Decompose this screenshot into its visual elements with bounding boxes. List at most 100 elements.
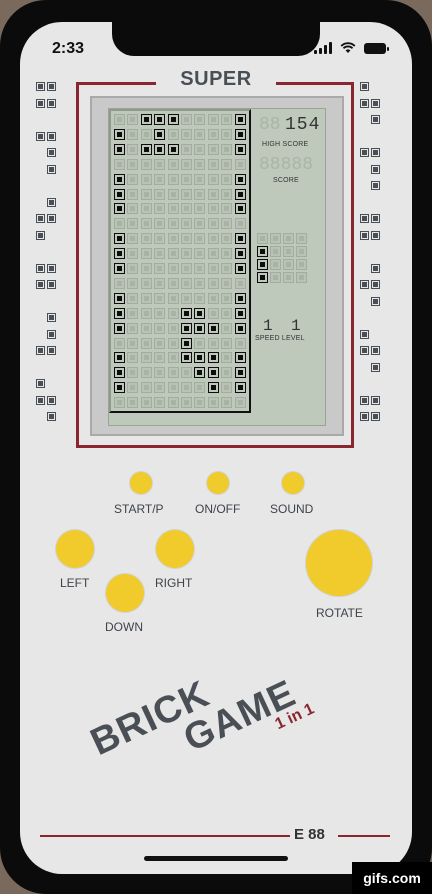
decoration-brick <box>47 148 56 157</box>
next-piece-cell <box>270 233 281 244</box>
on-off-button[interactable] <box>207 472 229 494</box>
decoration-brick <box>360 82 369 91</box>
board-cell-filled <box>234 203 246 215</box>
board-cell <box>181 128 192 140</box>
board-cell <box>181 203 192 215</box>
board-cell <box>154 382 166 394</box>
decoration-brick <box>47 263 56 273</box>
board-cell-filled <box>114 367 125 379</box>
decoration-brick <box>47 313 56 322</box>
board-cell <box>194 248 206 260</box>
board-cell-filled <box>181 337 192 349</box>
board-cell <box>167 263 179 274</box>
start-pause-label: START/P <box>114 502 164 516</box>
left-button[interactable] <box>56 530 94 568</box>
level-digit: 1 <box>291 317 301 335</box>
right-button[interactable] <box>156 530 194 568</box>
home-indicator[interactable] <box>144 856 288 861</box>
decoration-brick <box>360 148 369 157</box>
board-cell-filled <box>114 143 125 155</box>
board-cell <box>127 114 139 125</box>
board-cell-filled <box>114 352 125 364</box>
board-cell-filled <box>114 188 125 200</box>
board-cell-filled <box>207 367 219 379</box>
next-piece-cell <box>257 246 268 257</box>
decoration-brick <box>371 362 380 372</box>
decoration-brick <box>371 395 380 405</box>
board-cell <box>181 114 192 125</box>
board-cell <box>207 218 219 230</box>
board-cell <box>194 397 206 409</box>
board-cell <box>207 128 219 140</box>
rotate-button[interactable] <box>306 530 372 596</box>
decoration-brick <box>371 148 380 157</box>
decoration-brick <box>371 263 380 273</box>
board-cell <box>194 277 206 289</box>
board-cell <box>181 263 192 274</box>
board-cell-filled <box>114 322 125 334</box>
board-cell <box>167 337 179 349</box>
bottom-rule-left <box>40 835 290 837</box>
next-piece-cell <box>270 246 281 257</box>
right-label: RIGHT <box>155 576 193 590</box>
board-cell <box>181 173 192 185</box>
decoration-brick <box>360 329 369 339</box>
board-cell-filled <box>207 322 219 334</box>
board-cell <box>234 277 246 289</box>
board-cell <box>154 248 166 260</box>
board-cell <box>140 277 152 289</box>
board-cell <box>127 188 139 200</box>
board-cell <box>221 114 233 125</box>
board-cell <box>221 143 233 155</box>
decoration-brick <box>36 82 45 91</box>
board-cell-filled <box>234 307 246 319</box>
board-cell <box>194 128 206 140</box>
start-pause-button[interactable] <box>130 472 152 494</box>
board-cell <box>154 158 166 170</box>
board-cell <box>154 188 166 200</box>
down-button[interactable] <box>106 574 144 612</box>
board-cell <box>181 292 192 304</box>
board-cell <box>221 128 233 140</box>
board-cell <box>167 233 179 245</box>
decoration-brick <box>36 280 45 289</box>
board-cell <box>207 188 219 200</box>
speed-digit: 1 <box>263 317 273 335</box>
board-cell-filled <box>167 143 179 155</box>
decoration-brick <box>360 214 369 223</box>
board-cell <box>221 218 233 230</box>
board-cell-filled <box>234 128 246 140</box>
board-cell <box>127 322 139 334</box>
speed-level-label: SPEED LEVEL <box>255 335 305 342</box>
decoration-brick <box>36 395 45 405</box>
board-cell <box>167 277 179 289</box>
board-cell <box>140 352 152 364</box>
board-cell <box>181 158 192 170</box>
next-piece-cell <box>283 272 294 283</box>
sound-button[interactable] <box>282 472 304 494</box>
decoration-brick <box>47 214 56 223</box>
wifi-icon <box>340 42 356 53</box>
board-cell <box>140 292 152 304</box>
board-cell-filled <box>181 307 192 319</box>
board-cell <box>140 173 152 185</box>
decoration-brick <box>371 98 380 108</box>
board-cell-filled <box>140 143 152 155</box>
decoration-brick <box>371 115 380 124</box>
board-cell <box>221 173 233 185</box>
board-cell <box>114 277 125 289</box>
board-cell <box>221 277 233 289</box>
decoration-brick <box>371 230 380 240</box>
board-cell <box>167 397 179 409</box>
board-cell-filled <box>234 173 246 185</box>
board-cell <box>221 322 233 334</box>
board-cell <box>127 277 139 289</box>
board-cell <box>140 248 152 260</box>
board-cell <box>221 367 233 379</box>
decoration-brick <box>47 412 56 421</box>
board-cell-filled <box>181 322 192 334</box>
sound-label: SOUND <box>270 502 314 516</box>
board-cell <box>127 337 139 349</box>
board-cell <box>127 263 139 274</box>
board-cell <box>194 173 206 185</box>
